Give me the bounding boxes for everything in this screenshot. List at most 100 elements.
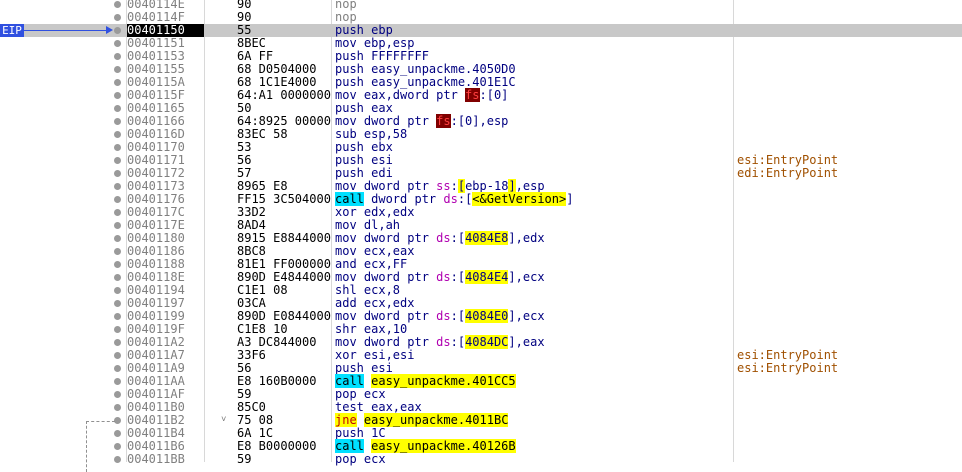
instruction-token: sub esp,58 [335,127,408,141]
instruction-bytes: 83EC 58 [237,128,288,141]
instruction-bytes: 8BEC [237,37,266,50]
instruction-token: mov ebp,esp [335,36,415,50]
breakpoint-dot-icon[interactable] [114,131,121,138]
breakpoint-dot-icon[interactable] [114,248,121,255]
instruction-bytes: 68 D0504000 [237,63,317,76]
instruction-token: ],ecx [508,309,545,323]
instruction-token: mov dword ptr [335,335,437,349]
instruction-bytes: 03CA [237,297,266,310]
instruction-text[interactable]: pop ecx [335,453,386,466]
breakpoint-dot-icon[interactable] [114,378,121,385]
breakpoint-dot-icon[interactable] [114,1,121,8]
instruction-bytes: E8 B0000000 [237,440,317,453]
breakpoint-dot-icon[interactable] [114,339,121,346]
instruction-token: ds [436,335,451,349]
instruction-token: mov dword ptr [335,114,437,128]
instruction-bytes: 90 [237,0,252,11]
instruction-token: mov dword ptr [335,231,437,245]
breakpoint-dot-icon[interactable] [114,261,121,268]
instruction-bytes: 59 [237,388,252,401]
instruction-token: ] [508,179,516,193]
breakpoint-dot-icon[interactable] [114,105,121,112]
breakpoint-dot-icon[interactable] [114,326,121,333]
instruction-token: mov eax,dword ptr [335,88,466,102]
breakpoint-dot-icon[interactable] [114,209,121,216]
instruction-bytes: 8915 E8844000 [237,232,331,245]
breakpoint-dot-icon[interactable] [114,417,121,424]
instruction-token: <&GetVersion> [472,192,567,206]
instruction-token: ,esp [515,179,545,193]
instruction-bytes: 50 [237,102,252,115]
instruction-token: :[ [450,309,466,323]
instruction-token: and ecx,FF [335,257,408,271]
instruction-token: push edi [335,166,393,180]
instruction-token: 4084E8 [465,231,509,245]
breakpoint-dot-icon[interactable] [114,27,121,34]
breakpoint-dot-icon[interactable] [114,365,121,372]
breakpoint-dot-icon[interactable] [114,14,121,21]
instruction-token: 4084E4 [465,270,509,284]
instruction-bytes: A3 DC844000 [237,336,317,349]
breakpoint-dot-icon[interactable] [114,300,121,307]
instruction-bytes: 33D2 [237,206,266,219]
breakpoint-dot-icon[interactable] [114,196,121,203]
instruction-token: ds [436,309,451,323]
instruction-bytes: 81E1 FF000000 [237,258,331,271]
breakpoint-dot-icon[interactable] [114,92,121,99]
breakpoint-dot-icon[interactable] [114,430,121,437]
instruction-token: 4084DC [465,335,509,349]
instruction-token: push 1C [335,426,386,440]
breakpoint-dot-icon[interactable] [114,170,121,177]
instruction-token: ],edx [508,231,545,245]
instruction-bytes: 8AD4 [237,219,266,232]
instruction-token: push esi [335,361,393,375]
instruction-token: : [450,179,458,193]
instruction-token: easy_unpackme.401CC5 [371,374,516,388]
instruction-token: fs [436,114,451,128]
instruction-token: test eax,eax [335,400,422,414]
breakpoint-dot-icon[interactable] [114,40,121,47]
instruction-token: nop [335,10,357,24]
breakpoint-dot-icon[interactable] [114,222,121,229]
instruction-token: ds [443,192,458,206]
instruction-token: mov ecx,eax [335,244,415,258]
instruction-token: push FFFFFFFF [335,49,429,63]
breakpoint-dot-icon[interactable] [114,391,121,398]
instruction-bytes: 33F6 [237,349,266,362]
breakpoint-dot-icon[interactable] [114,66,121,73]
breakpoint-dot-icon[interactable] [114,287,121,294]
breakpoint-dot-icon[interactable] [114,443,121,450]
breakpoint-dot-icon[interactable] [114,352,121,359]
instruction-token: ] [566,192,574,206]
instruction-address[interactable]: 004011BB [127,453,204,466]
instruction-bytes: 53 [237,141,252,154]
instruction-token: :[ [450,231,466,245]
breakpoint-dot-icon[interactable] [114,235,121,242]
instruction-token: mov dword ptr [335,179,437,193]
instruction-bytes: 75 08 [237,414,274,427]
instruction-bytes: 890D E4844000 [237,271,331,284]
breakpoint-dot-icon[interactable] [114,118,121,125]
instruction-token: mov dword ptr [335,309,437,323]
breakpoint-dot-icon[interactable] [114,183,121,190]
breakpoint-dot-icon[interactable] [114,79,121,86]
instruction-bytes: C1E1 08 [237,284,288,297]
breakpoint-dot-icon[interactable] [114,144,121,151]
breakpoint-dot-icon[interactable] [114,53,121,60]
instruction-bytes: 8BC8 [237,245,266,258]
breakpoint-dot-icon[interactable] [114,404,121,411]
instruction-token: pop ecx [335,387,386,401]
instruction-bytes: 64:A1 00000000 [237,89,331,102]
instruction-row[interactable]: 004011BB 59 pop ecx [0,453,962,466]
instruction-token: xor esi,esi [335,348,415,362]
breakpoint-dot-icon[interactable] [114,313,121,320]
breakpoint-dot-icon[interactable] [114,157,121,164]
instruction-token: shr eax,10 [335,322,408,336]
instruction-bytes: 56 [237,154,252,167]
instruction-bytes: E8 160B0000 [237,375,317,388]
disassembly-view[interactable]: 0040114E 90 nop 0040114F 90 nop 00401150 55 push… [0,0,962,472]
instruction-token: :[ [457,192,473,206]
breakpoint-dot-icon[interactable] [114,274,121,281]
instruction-bytes: 55 [237,24,252,37]
instruction-token: ],eax [508,335,545,349]
